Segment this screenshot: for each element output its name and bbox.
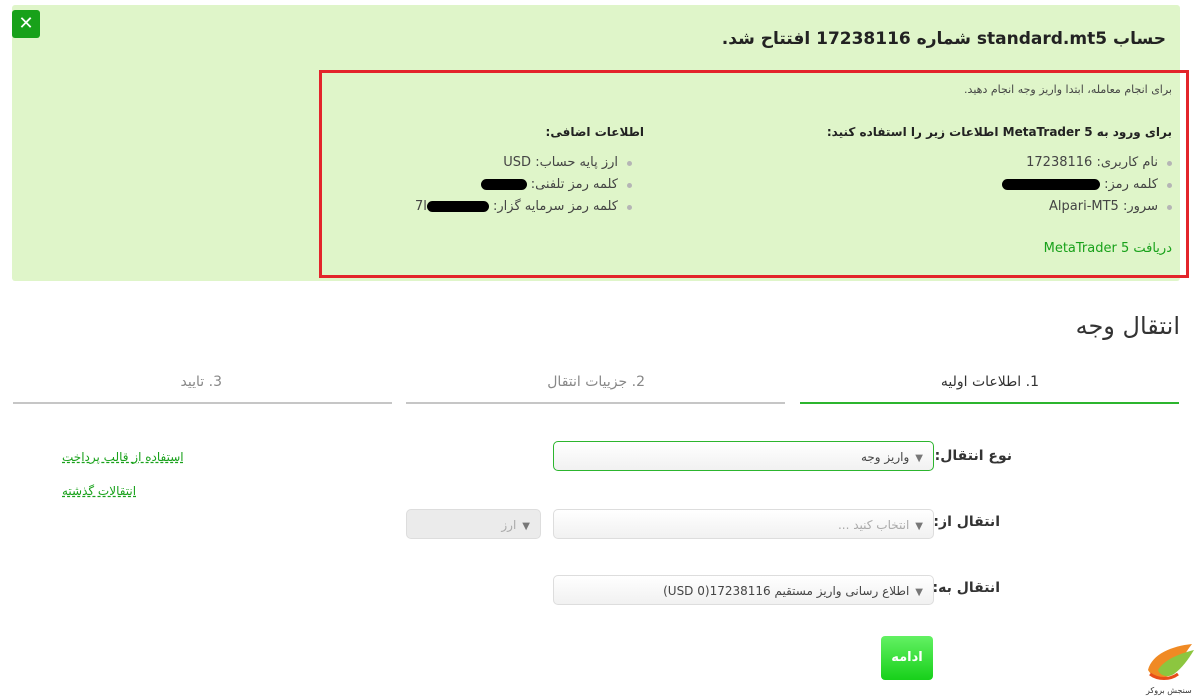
deposit-hint: برای انجام معامله، ابتدا واریز وجه انجام… <box>964 83 1172 96</box>
phone-password-label: کلمه رمز تلفنی: <box>530 177 618 192</box>
investor-password-label: کلمه رمز سرمایه گزار: <box>493 199 618 214</box>
continue-button[interactable]: ادامه <box>881 636 933 680</box>
redacted-investor-password <box>426 201 489 212</box>
server-item: سرور: Alpari-MT5 <box>1002 196 1174 218</box>
currency-label: ارز پایه حساب: <box>535 155 618 170</box>
login-heading: برای ورود به MetaTrader 5 اطلاعات زیر را… <box>826 125 1172 139</box>
chevron-down-icon: ▼ <box>915 587 923 598</box>
phone-password-item: کلمه رمز تلفنی: <box>415 174 634 196</box>
close-icon[interactable]: ✕ <box>12 10 40 38</box>
currency-placeholder: ارز <box>501 518 517 532</box>
username-item: نام کاربری: 17238116 <box>1002 152 1174 174</box>
password-item: کلمه رمز: <box>1001 174 1174 196</box>
tab-step-2[interactable]: 2. جزییات انتقال <box>406 372 785 404</box>
redacted-phone-password <box>480 179 527 190</box>
currency-value: USD <box>503 155 532 170</box>
tab-step-3[interactable]: 3. تایید <box>13 372 392 404</box>
redacted-password <box>1001 179 1100 190</box>
logo-text: سنجش بروکر <box>1146 686 1192 695</box>
transfer-from-label: انتقال از: <box>933 514 1000 530</box>
investor-password-prefix: 7l <box>414 199 427 214</box>
currency-select[interactable]: ▼ ارز <box>406 509 541 539</box>
transfer-type-select[interactable]: ▼ واریز وجه <box>553 441 934 471</box>
transfer-from-placeholder: انتخاب کنید ... <box>837 518 910 532</box>
past-transfers-link[interactable]: انتقالات گذشته <box>62 484 136 498</box>
account-info-box: برای انجام معامله، ابتدا واریز وجه انجام… <box>319 70 1189 278</box>
tab-step-1[interactable]: 1. اطلاعات اولیه <box>800 372 1179 404</box>
username-value: 17238116 <box>1026 155 1093 170</box>
extra-info-list: ارز پایه حساب: USD کلمه رمز تلفنی: کلمه … <box>415 152 634 218</box>
server-value: Alpari-MT5 <box>1049 199 1119 214</box>
transfer-type-value: واریز وجه <box>860 450 910 464</box>
server-label: سرور: <box>1122 199 1158 214</box>
extra-info-heading: اطلاعات اضافی: <box>545 125 644 139</box>
account-opened-panel: ✕ حساب standard.mt5 شماره 17238116 افتتا… <box>12 5 1189 281</box>
page-title: انتقال وجه <box>1075 312 1180 340</box>
step-3-label: 3. تایید <box>180 374 222 390</box>
transfer-to-value: اطلاع رسانی واریز مستقیم 17238116(0 USD) <box>663 584 910 598</box>
chevron-down-icon: ▼ <box>522 521 530 532</box>
chevron-down-icon: ▼ <box>915 453 923 464</box>
transfer-from-select[interactable]: ▼ انتخاب کنید ... <box>553 509 934 539</box>
transfer-to-select[interactable]: ▼ اطلاع رسانی واریز مستقیم 17238116(0 USD… <box>553 575 934 605</box>
download-metatrader-link[interactable]: دریافت MetaTrader 5 <box>1044 241 1172 256</box>
payment-template-link[interactable]: استفاده از قالب پرداخت <box>62 450 184 464</box>
chevron-down-icon: ▼ <box>915 521 923 532</box>
transfer-type-label: نوع انتقال: <box>934 448 1012 464</box>
transfer-to-label: انتقال به: <box>932 580 1000 596</box>
step-1-label: 1. اطلاعات اولیه <box>940 374 1039 390</box>
password-label: کلمه رمز: <box>1104 177 1158 192</box>
step-2-label: 2. جزییات انتقال <box>547 374 645 390</box>
username-label: نام کاربری: <box>1096 155 1158 170</box>
currency-item: ارز پایه حساب: USD <box>415 152 634 174</box>
login-info-list: نام کاربری: 17238116 کلمه رمز: سرور: Alp… <box>1001 152 1174 218</box>
investor-password-item: کلمه رمز سرمایه گزار: 7l <box>415 196 634 218</box>
panel-title: حساب standard.mt5 شماره 17238116 افتتاح … <box>721 29 1166 49</box>
